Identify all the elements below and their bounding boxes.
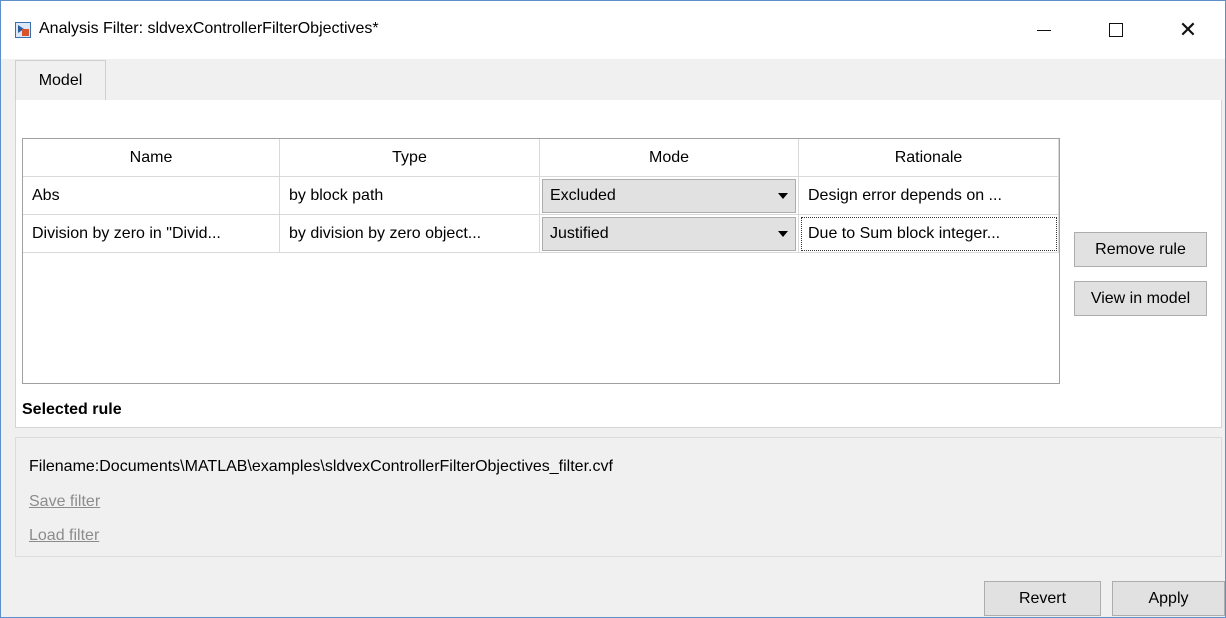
mode-dropdown[interactable]: Excluded — [542, 178, 796, 213]
minimize-button[interactable] — [1021, 15, 1067, 45]
rule-mode-cell: Justified — [540, 215, 799, 253]
window-title: Analysis Filter: sldvexControllerFilterO… — [39, 20, 379, 37]
column-header-type[interactable]: Type — [280, 139, 540, 177]
file-panel: Filename:Documents\MATLAB\examples\sldve… — [15, 437, 1222, 557]
table-row[interactable]: Division by zero in "Divid... by divisio… — [23, 215, 1059, 253]
selected-rule-heading: Selected rule — [22, 401, 122, 418]
close-button[interactable]: ✕ — [1165, 15, 1211, 45]
table-header: Name Type Mode Rationale — [23, 139, 1059, 177]
mode-value: Justified — [550, 224, 609, 242]
mode-dropdown[interactable]: Justified — [542, 216, 796, 251]
revert-button[interactable]: Revert — [984, 581, 1101, 616]
analysis-filter-window: Analysis Filter: sldvexControllerFilterO… — [0, 0, 1226, 618]
filename-label: Filename:Documents\MATLAB\examples\sldve… — [29, 458, 613, 475]
chevron-down-icon — [778, 192, 788, 199]
view-in-model-button[interactable]: View in model — [1074, 281, 1207, 316]
column-header-rationale[interactable]: Rationale — [799, 139, 1059, 177]
app-icon — [15, 22, 31, 38]
rule-type-cell[interactable]: by block path — [280, 177, 540, 215]
load-filter-link[interactable]: Load filter — [29, 527, 99, 545]
rule-rationale-cell[interactable]: Design error depends on ... — [799, 177, 1059, 215]
close-icon: ✕ — [1178, 17, 1198, 42]
rule-name-cell[interactable]: Division by zero in "Divid... — [23, 215, 280, 253]
mode-value: Excluded — [550, 186, 616, 204]
save-filter-link[interactable]: Save filter — [29, 493, 100, 511]
filter-rules-table: Name Type Mode Rationale Abs by block pa… — [22, 138, 1060, 384]
rule-rationale-cell[interactable]: Due to Sum block integer... — [799, 215, 1059, 253]
remove-rule-button[interactable]: Remove rule — [1074, 232, 1207, 267]
title-bar: Analysis Filter: sldvexControllerFilterO… — [1, 1, 1225, 59]
apply-button[interactable]: Apply — [1112, 581, 1225, 616]
maximize-button[interactable] — [1093, 15, 1139, 45]
minimize-icon — [1037, 29, 1051, 31]
chevron-down-icon — [778, 230, 788, 237]
tab-strip: Model — [15, 60, 1222, 100]
rule-type-cell[interactable]: by division by zero object... — [280, 215, 540, 253]
column-header-name[interactable]: Name — [23, 139, 280, 177]
column-header-mode[interactable]: Mode — [540, 139, 799, 177]
maximize-icon — [1109, 23, 1123, 37]
table-row[interactable]: Abs by block path Excluded Design error … — [23, 177, 1059, 215]
rule-mode-cell: Excluded — [540, 177, 799, 215]
rule-name-cell[interactable]: Abs — [23, 177, 280, 215]
tab-model[interactable]: Model — [15, 60, 106, 100]
